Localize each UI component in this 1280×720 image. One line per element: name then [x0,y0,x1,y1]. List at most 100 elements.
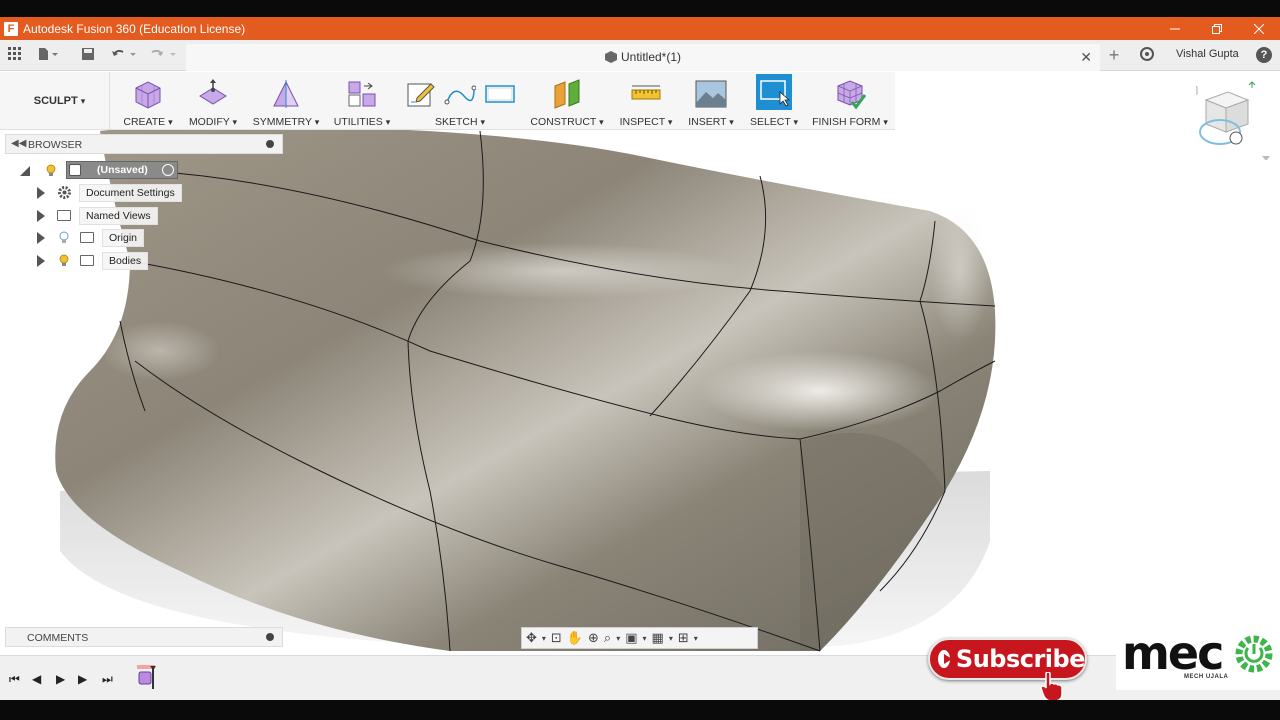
restore-button[interactable] [1196,17,1238,40]
grid-icon[interactable]: ▦ [652,630,664,646]
save-icon[interactable] [80,47,96,63]
folder-icon [80,255,94,266]
comments-panel-header[interactable]: COMMENTS [5,627,283,647]
plane-icon [554,79,580,109]
window-controls [1154,17,1280,40]
spline-icon [444,85,476,105]
visibility-bulb-icon[interactable] [46,164,56,177]
tree-item-origin[interactable]: Origin [37,228,187,248]
undo-icon[interactable] [110,47,136,63]
close-tab-icon[interactable]: ✕ [1080,49,1092,66]
expand-arrow-icon[interactable] [37,187,45,199]
grid-dropdown-icon[interactable]: ▾ [669,634,673,643]
navigation-bar: ✥ ▾ ⊡ ✋ ⊕ ⌕ ▾ ▣ ▾ ▦ ▾ ⊞ ▾ [521,627,758,649]
play-icon[interactable]: ▶ [56,672,65,686]
rectangle-icon [485,85,515,103]
inspect-label: INSPECT ▾ [619,116,673,128]
close-button[interactable] [1238,17,1280,40]
help-icon[interactable]: ? [1256,47,1272,63]
workspace-switcher[interactable]: SCULPT ▾ [10,72,110,130]
sketch-menu[interactable]: SKETCH ▾ [400,72,520,130]
orbit-dropdown-icon[interactable]: ▾ [542,634,546,643]
measure-icon [631,85,661,100]
expand-arrow-icon[interactable] [37,255,45,267]
job-status-icon[interactable] [1139,47,1155,63]
close-icon [1254,23,1264,34]
quick-access-bar: Untitled*(1) ✕ + Vishal Gupta ? [0,40,1280,71]
step-back-icon[interactable]: ◀ [32,672,41,686]
expand-arrow-icon[interactable] [37,210,45,222]
create-menu[interactable]: CREATE ▾ [116,72,180,130]
symmetry-icon [273,80,299,108]
root-component-chip: (Unsaved) [66,161,178,179]
app-grid-icon[interactable] [7,47,23,63]
pan-icon[interactable]: ✋ [567,630,583,646]
workspace-label: SCULPT [33,95,78,107]
tree-item-named-views[interactable]: Named Views [37,206,187,226]
fusion-app-icon: F [4,21,18,36]
orbit-icon[interactable]: ✥ [526,630,537,646]
finish-form-label: FINISH FORM ▾ [812,116,888,128]
utilities-icon [348,81,376,107]
expand-arrow-icon[interactable] [37,232,45,244]
step-forward-icon[interactable]: ▶ [78,672,87,686]
view-cube[interactable] [1184,80,1276,161]
minimize-button[interactable] [1154,17,1196,40]
browser-panel-header[interactable]: ◀◀ BROWSER [5,134,283,154]
fit-icon[interactable]: ⌕ [604,630,611,646]
activate-radio-icon[interactable] [162,164,174,176]
brand-subtitle: MECH UJALA [1184,674,1229,680]
modify-menu[interactable]: MODIFY ▾ [182,72,244,130]
redo-icon[interactable] [148,47,176,63]
subscribe-label: Subscribe [955,645,1086,673]
viewports-icon[interactable]: ⊞ [678,630,689,646]
display-settings-icon[interactable]: ▣ [625,630,637,646]
zoom-icon[interactable]: ⊕ [588,630,599,646]
comments-title: COMMENTS [27,632,89,644]
folder-icon [57,210,71,221]
add-comment-icon[interactable] [266,633,274,641]
timeline: ⏮ ◀ ▶ ▶ ⏭ [0,655,1280,700]
tree-root-unsaved[interactable]: (Unsaved) [20,161,180,181]
collapse-browser-icon[interactable]: ◀◀ [11,138,26,149]
display-dropdown-icon[interactable]: ▾ [643,634,647,643]
box-cube-icon [135,81,161,109]
zoom-dropdown-icon[interactable]: ▾ [616,634,620,643]
visibility-bulb-icon[interactable] [59,254,69,267]
viewports-dropdown-icon[interactable]: ▾ [694,634,698,643]
canvas-viewport[interactable] [0,71,1280,655]
tree-label-named-views: Named Views [79,207,158,225]
document-tab[interactable]: Untitled*(1) ✕ [186,44,1100,71]
select-label: SELECT ▾ [749,116,799,128]
hidden-bulb-icon[interactable] [59,231,69,244]
user-name[interactable]: Vishal Gupta [1176,48,1239,60]
construct-menu[interactable]: CONSTRUCT ▾ [530,72,604,130]
utilities-menu[interactable]: UTILITIES ▾ [330,72,394,130]
minimize-icon [1170,28,1180,29]
tree-item-document-settings[interactable]: Document Settings [37,183,187,203]
toolbar: SCULPT ▾ CREATE ▾ MODIFY ▾ SYMMETRY ▾ UT… [0,72,895,130]
go-to-start-icon[interactable]: ⏮ [9,672,20,687]
select-menu[interactable]: SELECT ▾ [748,72,800,130]
document-title-wrap: Untitled*(1) [186,50,1100,64]
symmetry-menu[interactable]: SYMMETRY ▾ [250,72,322,130]
letterbox-bottom [0,700,1280,720]
inspect-menu[interactable]: INSPECT ▾ [616,72,676,130]
fusion-window: F Autodesk Fusion 360 (Education License… [0,0,1280,720]
tree-item-bodies[interactable]: Bodies [37,251,187,271]
file-menu-icon[interactable] [38,47,58,63]
timeline-form-feature-icon[interactable] [137,665,157,691]
finish-form-menu[interactable]: FINISH FORM ▾ [812,72,888,130]
pin-icon[interactable] [266,140,274,148]
restore-icon [1212,23,1222,34]
sketch-label: SKETCH ▾ [434,116,486,128]
new-tab-icon[interactable]: + [1106,46,1122,64]
document-cube-icon [604,51,617,63]
look-at-icon[interactable]: ⊡ [551,630,562,646]
root-label: (Unsaved) [97,164,148,176]
browser-title: BROWSER [28,139,83,151]
go-to-end-icon[interactable]: ⏭ [102,672,113,687]
collapse-triangle-icon [20,166,30,176]
insert-menu[interactable]: INSERT ▾ [686,72,736,130]
play-circle-icon [938,650,952,668]
